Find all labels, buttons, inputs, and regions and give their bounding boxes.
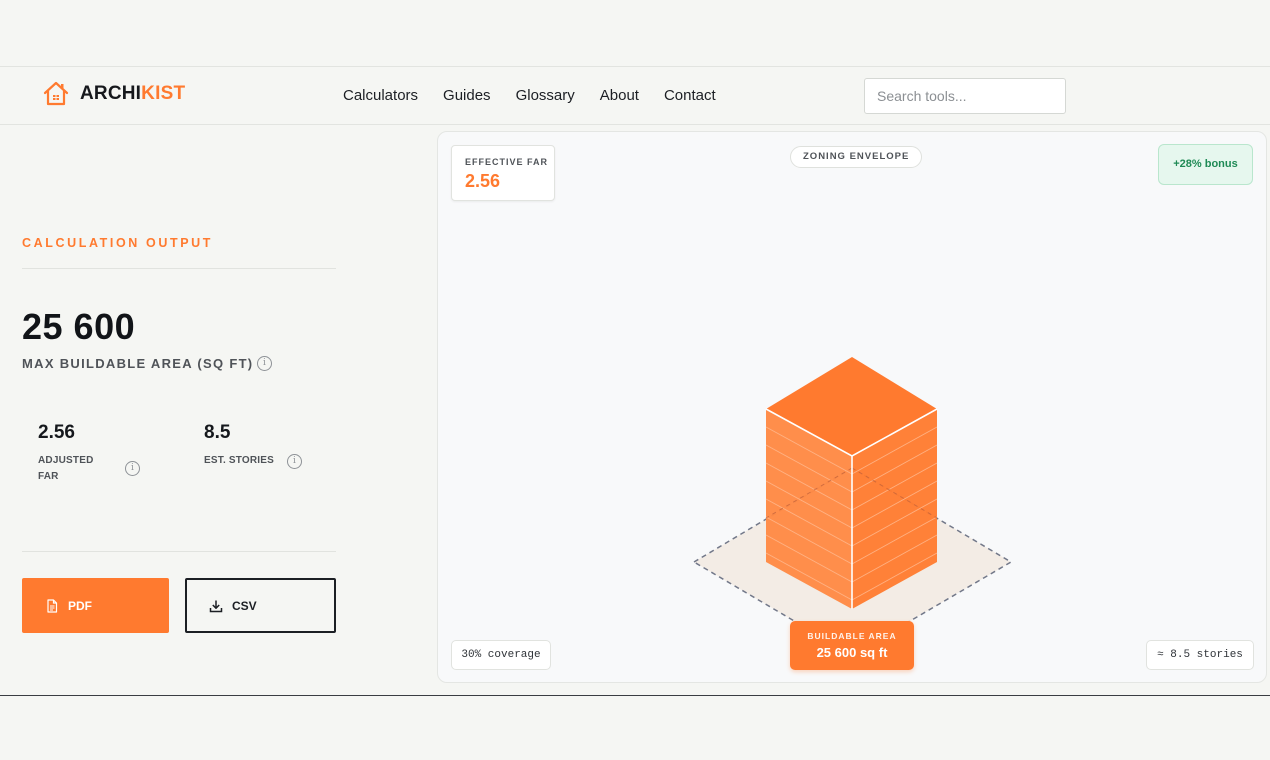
adjusted-far-label-line1: ADJUSTED [38,455,94,466]
main-nav: Calculators Guides Glossary About Contac… [343,87,741,104]
coverage-chip: 30% coverage [451,640,551,670]
info-icon[interactable]: i [125,461,140,476]
divider [22,551,336,552]
brand-name-part1: ARCHI [80,83,142,104]
nav-about[interactable]: About [600,87,639,104]
divider [22,268,336,269]
effective-far-label: EFFECTIVE FAR [465,157,549,167]
section-eyebrow: CALCULATION OUTPUT [22,236,213,250]
export-csv-label: CSV [232,598,257,613]
bottom-divider [0,695,1270,696]
zoning-visualization: EFFECTIVE FAR 2.56 ZONING ENVELOPE +28% … [437,131,1267,683]
stories-chip: ≈ 8.5 stories [1146,640,1254,670]
max-area-value: 25 600 [22,306,136,347]
buildable-area-label: BUILDABLE AREA [807,631,897,641]
max-area-label: MAX BUILDABLE AREA (SQ FT) [22,356,254,371]
adjusted-far-value: 2.56 [38,422,75,443]
adjusted-far-label: ADJUSTED FAR [38,453,94,485]
export-pdf-button[interactable]: PDF [22,578,169,633]
house-icon [43,81,69,106]
adjusted-far-label-line2: FAR [38,471,59,482]
brand-name-part2: KIST [141,83,186,104]
nav-calculators[interactable]: Calculators [343,87,418,104]
buildable-area-value: 25 600 sq ft [816,645,888,660]
effective-far-value: 2.56 [465,171,501,191]
building-scene [692,357,1013,656]
buildable-area-badge: BUILDABLE AREA 25 600 sq ft [790,621,914,670]
logo[interactable]: ARCHIKIST [42,80,185,108]
info-icon[interactable]: i [257,356,272,371]
nav-guides[interactable]: Guides [443,87,491,104]
export-pdf-label: PDF [68,598,92,613]
top-navbar: ARCHIKIST Calculators Guides Glossary Ab… [0,66,1270,125]
export-csv-button[interactable]: CSV [185,578,336,633]
nav-contact[interactable]: Contact [664,87,716,104]
nav-glossary[interactable]: Glossary [516,87,575,104]
brand-name: ARCHIKIST [80,83,185,105]
document-icon [47,598,58,613]
download-icon [209,600,223,612]
info-icon[interactable]: i [287,454,302,469]
effective-far-card: EFFECTIVE FAR 2.56 [451,145,555,201]
zoning-envelope-pill: ZONING ENVELOPE [790,146,923,168]
search-input[interactable] [864,78,1066,114]
bonus-badge: +28% bonus [1158,144,1253,185]
est-stories-label: EST. STORIES [204,453,274,469]
est-stories-value: 8.5 [204,422,231,443]
est-stories-label-line1: EST. STORIES [204,455,275,466]
